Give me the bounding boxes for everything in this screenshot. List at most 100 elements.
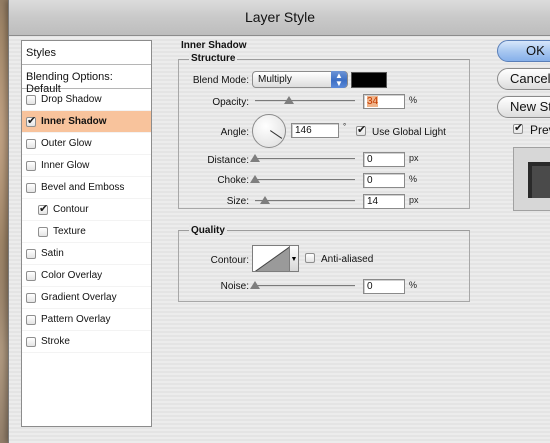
new-style-button[interactable]: New Style...	[497, 96, 550, 118]
choke-input[interactable]: 0	[363, 173, 405, 188]
style-item-checkbox[interactable]	[38, 202, 48, 215]
style-item[interactable]: Contour	[22, 199, 151, 221]
structure-title: Structure	[189, 53, 238, 64]
angle-indicator	[270, 130, 283, 139]
preview-sample	[528, 162, 550, 198]
angle-value: 146	[295, 125, 312, 136]
choke-slider[interactable]	[255, 179, 355, 181]
use-global-light-label[interactable]: Use Global Light	[372, 127, 446, 138]
opacity-label: Opacity:	[212, 97, 249, 108]
use-global-light-checkbox[interactable]	[356, 123, 366, 136]
style-item-label: Pattern Overlay	[41, 314, 111, 325]
style-item-label: Contour	[53, 204, 89, 215]
style-item-label: Gradient Overlay	[41, 292, 117, 303]
size-slider[interactable]	[255, 200, 355, 202]
style-item-label: Stroke	[41, 336, 70, 347]
style-items: Drop Shadow Inner Shadow Outer Glow Inner G…	[22, 89, 151, 353]
angle-dial[interactable]	[252, 114, 286, 148]
style-item-checkbox[interactable]	[26, 314, 36, 325]
opacity-slider-thumb[interactable]	[284, 96, 294, 104]
new-style-label: New Style...	[510, 99, 550, 114]
dialog-title: Layer Style	[244, 9, 316, 25]
style-item-label: Satin	[41, 248, 64, 259]
blend-mode-select[interactable]: Multiply ▲ ▼	[252, 71, 348, 88]
distance-slider-thumb[interactable]	[250, 154, 260, 162]
size-label: Size:	[226, 196, 249, 207]
style-item-checkbox[interactable]	[38, 226, 48, 237]
quality-title: Quality	[189, 225, 227, 236]
distance-slider[interactable]	[255, 158, 355, 160]
contour-label: Contour:	[210, 255, 249, 266]
opacity-input[interactable]: 34	[363, 94, 405, 109]
style-item-label: Bevel and Emboss	[41, 182, 125, 193]
distance-value: 0	[367, 154, 373, 165]
anti-aliased-checkbox[interactable]	[305, 253, 315, 263]
size-slider-thumb[interactable]	[260, 196, 270, 204]
styles-header[interactable]: Styles	[22, 41, 151, 65]
style-item-checkbox[interactable]	[26, 270, 36, 281]
cancel-label: Cancel	[510, 71, 550, 86]
cancel-button[interactable]: Cancel	[497, 68, 550, 90]
style-item-checkbox[interactable]	[26, 138, 36, 149]
choke-value: 0	[367, 175, 373, 186]
style-item[interactable]: Stroke	[22, 331, 151, 353]
choke-slider-thumb[interactable]	[250, 175, 260, 183]
style-item[interactable]: Outer Glow	[22, 133, 151, 155]
angle-label: Angle:	[220, 127, 249, 138]
noise-label: Noise:	[220, 281, 249, 292]
style-preview-swatch	[513, 147, 550, 211]
size-input[interactable]: 14	[363, 194, 405, 209]
style-item-checkbox[interactable]	[26, 182, 36, 193]
style-item[interactable]: Bevel and Emboss	[22, 177, 151, 199]
style-item-checkbox[interactable]	[26, 336, 36, 347]
size-value: 14	[367, 196, 379, 207]
noise-slider-thumb[interactable]	[250, 281, 260, 289]
opacity-value: 34	[367, 96, 379, 107]
style-item[interactable]: Inner Shadow	[22, 111, 151, 133]
style-item-checkbox[interactable]	[26, 248, 36, 259]
angle-unit: °	[343, 122, 347, 131]
noise-unit: %	[409, 280, 418, 290]
distance-unit: px	[409, 153, 419, 163]
blend-mode-label: Blend Mode:	[192, 75, 249, 86]
shadow-color-swatch[interactable]	[351, 72, 387, 88]
style-item-checkbox[interactable]	[26, 94, 36, 105]
size-unit: px	[409, 195, 419, 205]
style-item-label: Inner Glow	[41, 160, 90, 171]
style-item-checkbox[interactable]	[26, 292, 36, 303]
noise-value: 0	[367, 281, 373, 292]
contour-preview[interactable]	[252, 245, 290, 272]
choke-unit: %	[409, 174, 418, 184]
style-item[interactable]: Texture	[22, 221, 151, 243]
noise-input[interactable]: 0	[363, 279, 405, 294]
style-item[interactable]: Satin	[22, 243, 151, 265]
style-item[interactable]: Pattern Overlay	[22, 309, 151, 331]
ok-label: OK	[526, 43, 545, 58]
select-arrows-icon: ▲ ▼	[331, 71, 347, 88]
style-item-label: Inner Shadow	[41, 116, 107, 127]
choke-label: Choke:	[217, 175, 249, 186]
style-item[interactable]: Color Overlay	[22, 265, 151, 287]
style-item[interactable]: Inner Glow	[22, 155, 151, 177]
blending-options-item[interactable]: Blending Options: Default	[22, 65, 151, 95]
contour-dropdown-arrow-icon[interactable]: ▼	[289, 245, 299, 272]
style-item-label: Outer Glow	[41, 138, 92, 149]
layer-style-dialog: Layer Style Styles Blending Options: Def…	[8, 0, 550, 443]
style-item-label: Texture	[53, 226, 86, 237]
preview-label[interactable]: Preview	[530, 123, 550, 137]
anti-aliased-label[interactable]: Anti-aliased	[321, 254, 373, 265]
contour-curve-icon	[254, 246, 289, 271]
distance-input[interactable]: 0	[363, 152, 405, 167]
noise-slider[interactable]	[255, 285, 355, 287]
angle-input[interactable]: 146	[291, 123, 339, 138]
style-item[interactable]: Gradient Overlay	[22, 287, 151, 309]
blend-mode-value: Multiply	[258, 74, 292, 85]
preview-checkbox[interactable]	[513, 121, 523, 134]
ok-button[interactable]: OK	[497, 40, 550, 62]
style-item-checkbox[interactable]	[26, 114, 36, 127]
opacity-slider[interactable]	[255, 100, 355, 102]
style-item-label: Drop Shadow	[41, 94, 102, 105]
title-bar[interactable]: Layer Style	[9, 0, 550, 36]
distance-label: Distance:	[207, 155, 249, 166]
style-item-checkbox[interactable]	[26, 160, 36, 171]
